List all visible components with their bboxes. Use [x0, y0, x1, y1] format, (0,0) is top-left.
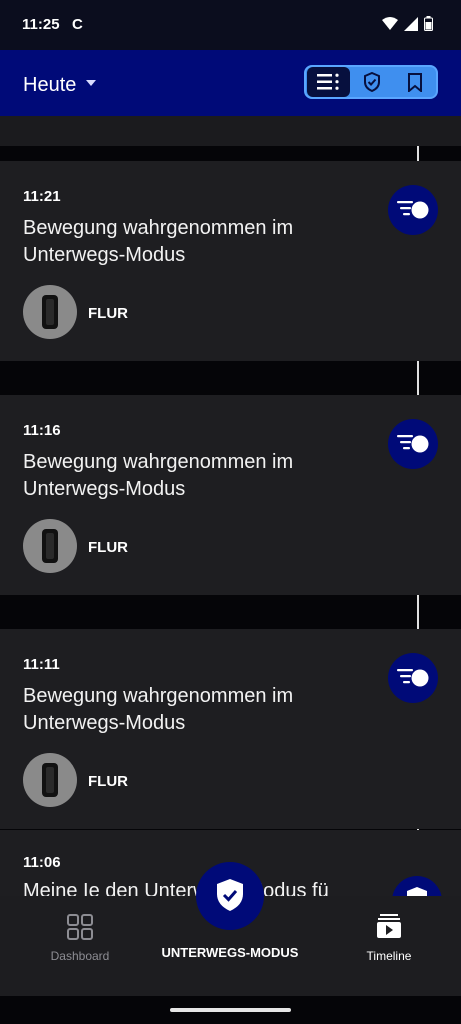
home-indicator[interactable] — [170, 1008, 291, 1012]
event-card[interactable]: 11:11 Bewegung wahrgenommen im Unterwegs… — [0, 629, 461, 829]
device-avatar — [23, 285, 77, 339]
event-location: FLUR — [88, 305, 128, 322]
date-filter-dropdown[interactable]: Heute — [23, 74, 76, 97]
motion-badge — [388, 185, 438, 235]
status-icons — [382, 16, 433, 31]
timeline-list[interactable]: 11:21 Bewegung wahrgenommen im Unterwegs… — [0, 116, 461, 896]
device-avatar — [23, 753, 77, 807]
timeline-line — [417, 361, 419, 395]
camera-device-icon — [42, 295, 58, 329]
event-time: 11:06 — [23, 854, 61, 871]
wifi-icon — [382, 16, 398, 30]
event-time: 11:21 — [23, 188, 61, 205]
shield-check-icon — [217, 879, 243, 911]
camera-device-icon — [42, 529, 58, 563]
event-title: Bewegung wahrgenommen im Unterwegs-Modus — [23, 217, 294, 266]
status-bar: 11:25 C — [0, 0, 461, 50]
event-time: 11:16 — [23, 422, 61, 439]
timeline-play-icon — [377, 914, 401, 938]
nav-dashboard-label: Dashboard — [50, 949, 110, 963]
device-avatar — [23, 519, 77, 573]
previous-card-edge — [0, 116, 461, 146]
nav-timeline[interactable]: Timeline — [330, 896, 448, 996]
event-location: FLUR — [88, 539, 128, 556]
list-filter-icon — [316, 73, 339, 90]
timeline-line — [417, 595, 419, 629]
status-time: 11:25 — [22, 16, 60, 33]
bookmark-view-button[interactable] — [393, 67, 436, 97]
system-nav-area — [0, 996, 461, 1024]
battery-icon — [424, 16, 433, 31]
event-location: FLUR — [88, 773, 128, 790]
shield-badge — [392, 876, 442, 896]
bookmark-icon — [407, 72, 422, 92]
shield-icon — [407, 887, 427, 896]
motion-badge — [388, 419, 438, 469]
event-time: 11:11 — [23, 656, 60, 673]
motion-icon — [397, 201, 429, 219]
view-toggle — [304, 65, 438, 99]
carrier-icon: C — [72, 16, 83, 33]
camera-device-icon — [42, 763, 58, 797]
event-title: Meine Ie den Unterwegs-Modus fü — [23, 880, 329, 896]
event-title: Bewegung wahrgenommen im Unterwegs-Modus — [23, 451, 294, 500]
motion-icon — [397, 669, 429, 687]
app-header: Heute — [0, 50, 461, 116]
motion-icon — [397, 435, 429, 453]
event-card[interactable]: 11:21 Bewegung wahrgenommen im Unterwegs… — [0, 161, 461, 361]
nav-away-mode-label: UNTERWEGS-MODUS — [161, 945, 299, 960]
security-view-button[interactable] — [350, 67, 393, 97]
away-mode-button[interactable] — [196, 862, 264, 930]
nav-dashboard[interactable]: Dashboard — [18, 896, 142, 996]
chevron-down-icon[interactable] — [86, 80, 96, 86]
shield-check-icon — [363, 72, 380, 92]
signal-icon — [404, 16, 418, 31]
list-view-button[interactable] — [307, 67, 350, 97]
motion-badge — [388, 653, 438, 703]
grid-icon — [67, 914, 93, 940]
timeline-line — [417, 146, 419, 161]
event-title: Bewegung wahrgenommen im Unterwegs-Modus — [23, 685, 294, 734]
event-card[interactable]: 11:16 Bewegung wahrgenommen im Unterwegs… — [0, 395, 461, 595]
nav-timeline-label: Timeline — [366, 949, 412, 963]
